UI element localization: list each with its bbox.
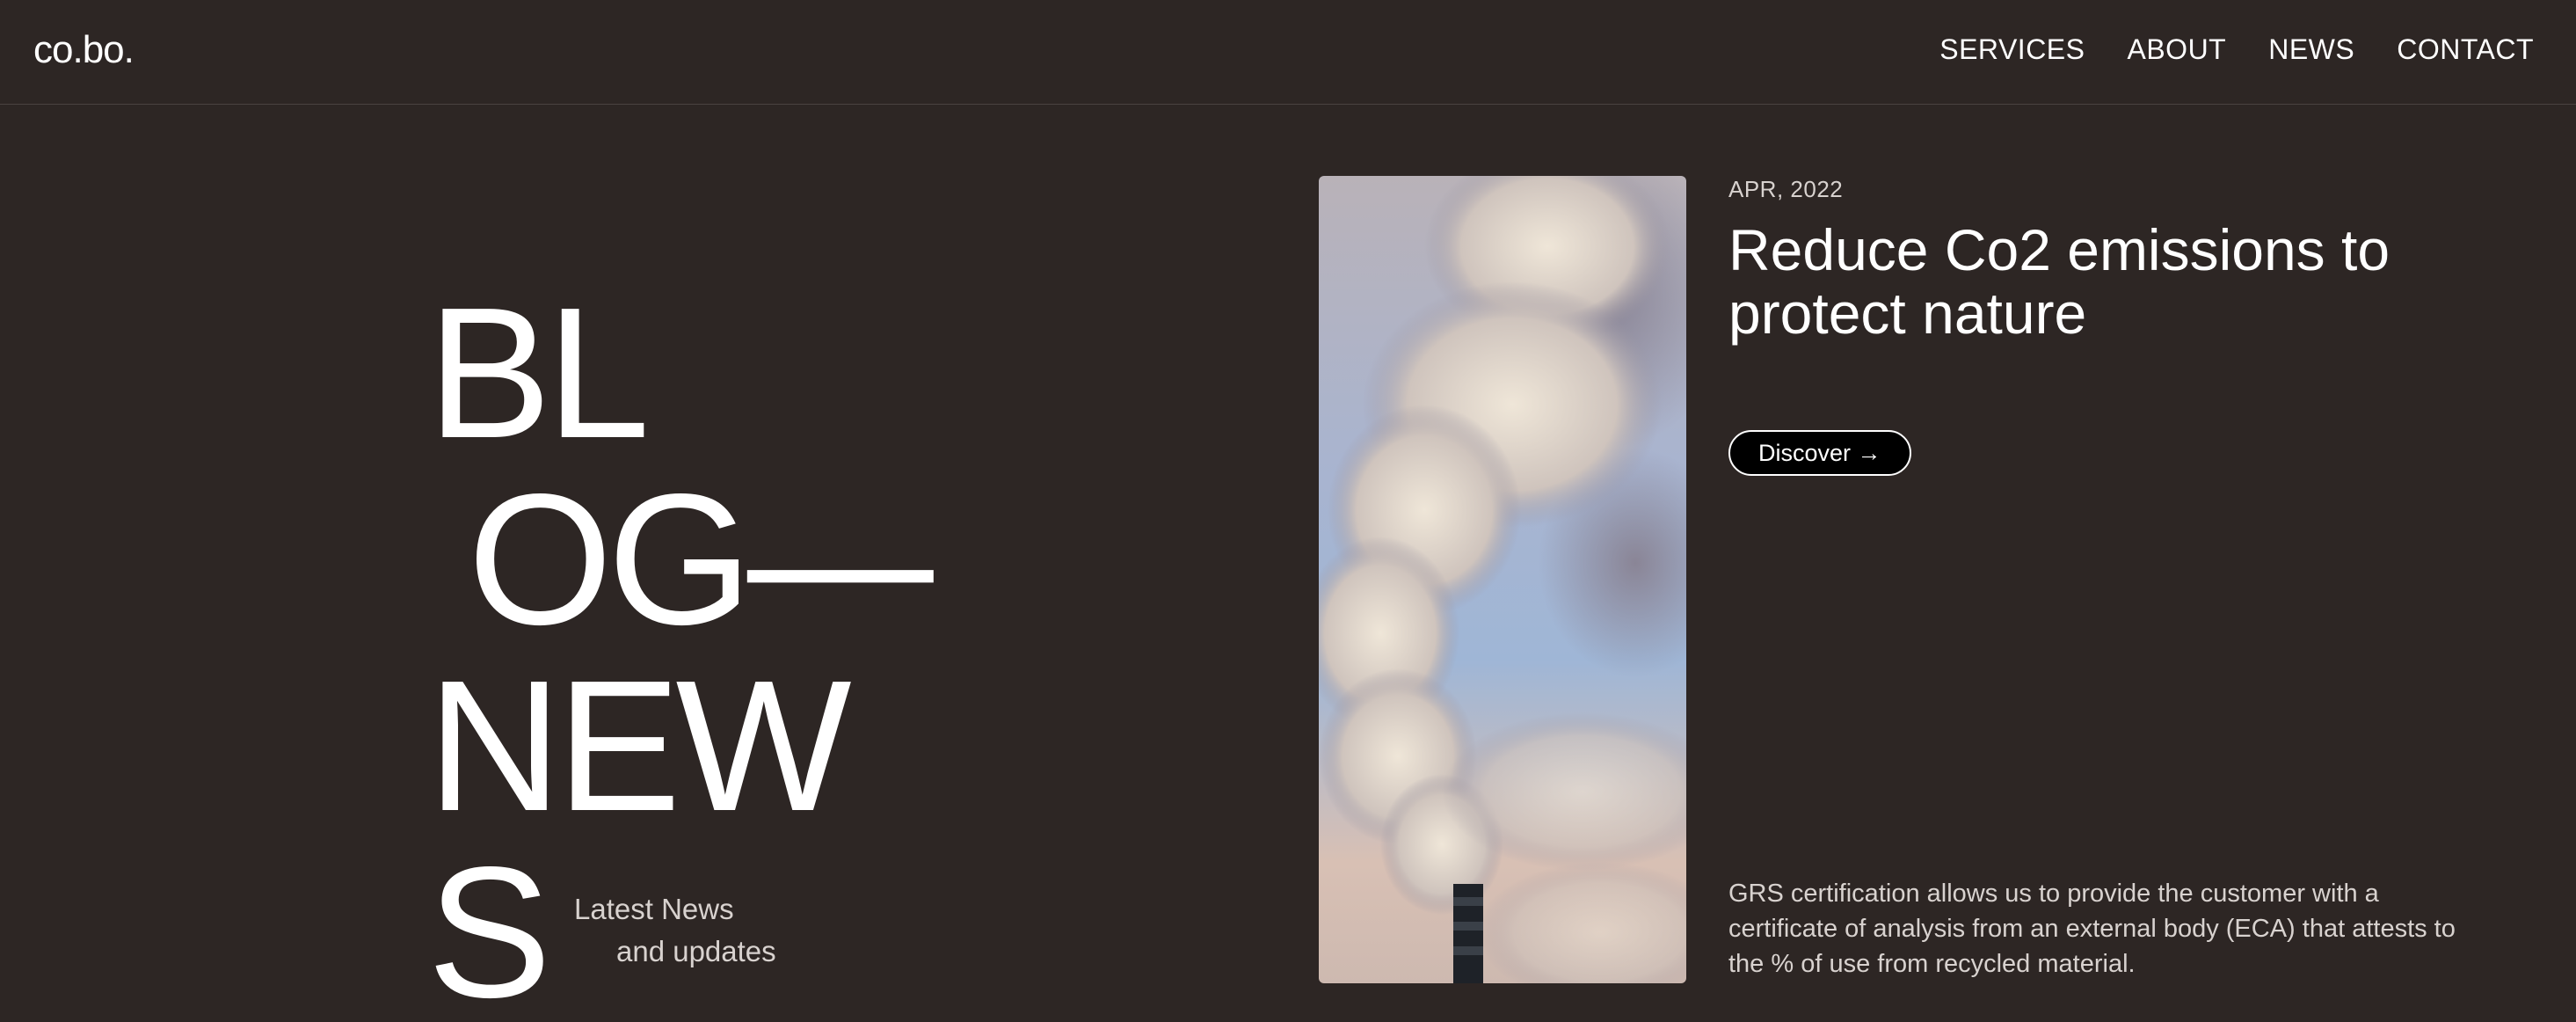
- discover-button[interactable]: Discover →: [1728, 430, 1911, 476]
- hero-subtitle: Latest News and updates: [574, 888, 776, 973]
- main-nav: SERVICES ABOUT NEWS CONTACT: [1939, 33, 2534, 66]
- nav-services[interactable]: SERVICES: [1939, 33, 2085, 66]
- nav-about[interactable]: ABOUT: [2127, 33, 2226, 66]
- logo[interactable]: co.bo.: [33, 28, 135, 72]
- subtitle-line-1: Latest News: [574, 893, 734, 925]
- heading-line-1: BL: [427, 268, 650, 477]
- smokestack-image: [1319, 176, 1686, 983]
- article-description: GRS certification allows us to provide t…: [1728, 880, 2456, 978]
- article-title[interactable]: Reduce Co2 emissions to protect nature: [1728, 218, 2485, 345]
- nav-news[interactable]: NEWS: [2268, 33, 2354, 66]
- article-date: APR, 2022: [1728, 176, 1844, 202]
- nav-contact[interactable]: CONTACT: [2397, 33, 2534, 66]
- page: co.bo. SERVICES ABOUT NEWS CONTACT BL OG…: [0, 0, 2576, 1022]
- heading-line-2: OG—: [468, 455, 934, 663]
- site-header: co.bo. SERVICES ABOUT NEWS CONTACT: [0, 0, 2576, 105]
- heading-line-3: NEW: [427, 641, 852, 850]
- subtitle-line-2: and updates: [616, 935, 776, 967]
